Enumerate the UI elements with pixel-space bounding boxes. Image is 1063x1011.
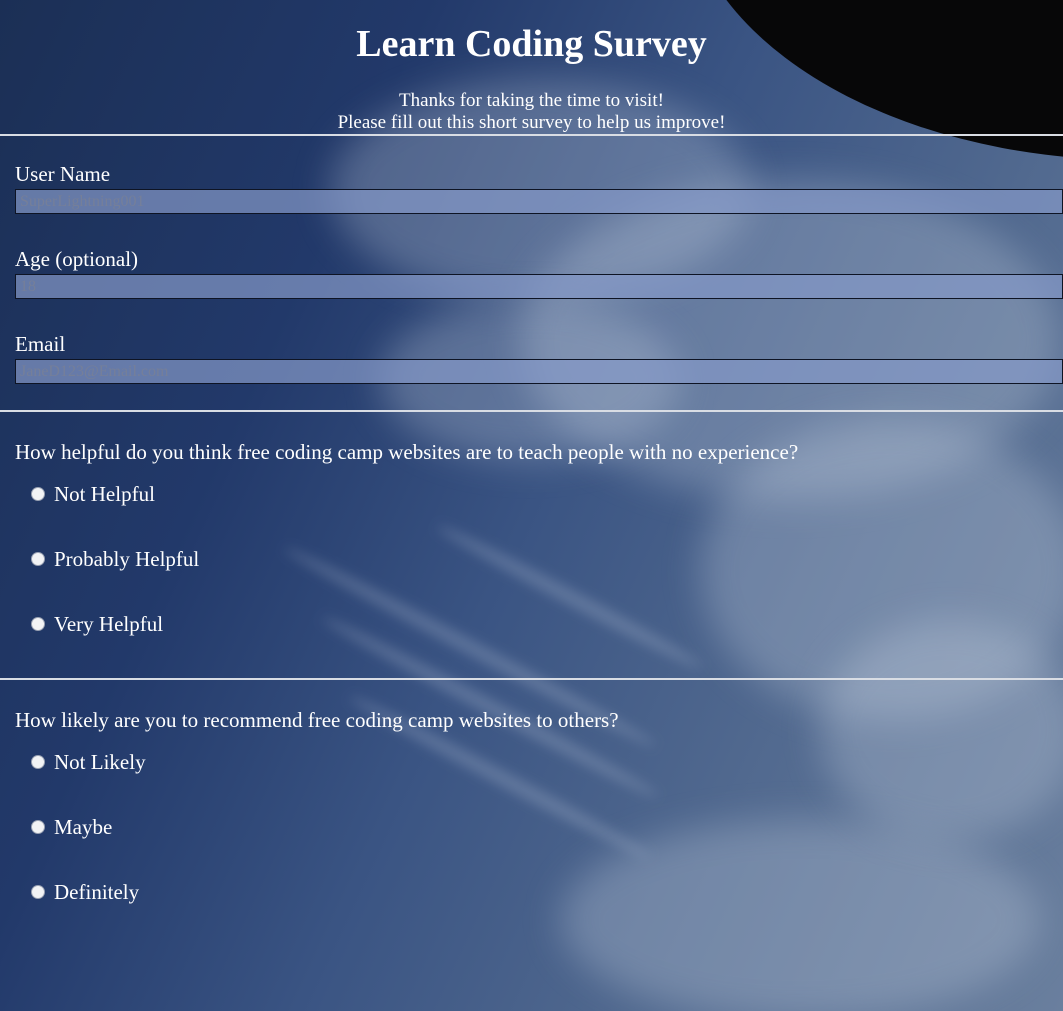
question-helpfulness: How helpful do you think free coding cam… [0, 412, 1063, 640]
radio-label: Definitely [54, 880, 140, 904]
intro-line-1: Thanks for taking the time to visit! [399, 90, 664, 111]
email-field-group: Email [15, 332, 1063, 384]
page-title: Learn Coding Survey [356, 23, 707, 65]
username-field-group: User Name [15, 162, 1063, 214]
radio-label: Probably Helpful [54, 547, 200, 571]
email-label: Email [15, 332, 66, 356]
age-field-group: Age (optional) [15, 247, 1063, 299]
radio-button[interactable] [31, 885, 45, 899]
intro-text: Thanks for taking the time to visit! Ple… [0, 90, 1063, 134]
intro-line-2: Please fill out this short survey to hel… [337, 112, 726, 133]
radio-option-not-likely[interactable]: Not Likely [15, 746, 1063, 778]
radio-option-probably-helpful[interactable]: Probably Helpful [15, 543, 1063, 575]
question-text: How helpful do you think free coding cam… [15, 440, 799, 464]
radio-button[interactable] [31, 552, 45, 566]
radio-option-very-helpful[interactable]: Very Helpful [15, 608, 1063, 640]
email-input[interactable] [15, 359, 1063, 384]
radio-label: Not Helpful [54, 482, 155, 506]
radio-button[interactable] [31, 487, 45, 501]
radio-button[interactable] [31, 755, 45, 769]
username-input[interactable] [15, 189, 1063, 214]
personal-info-section: User Name Age (optional) Email [0, 136, 1063, 384]
radio-label: Not Likely [54, 750, 146, 774]
username-label: User Name [15, 162, 111, 186]
radio-label: Maybe [54, 815, 113, 839]
radio-option-maybe[interactable]: Maybe [15, 811, 1063, 843]
survey-header: Learn Coding Survey Thanks for taking th… [0, 0, 1063, 134]
radio-button[interactable] [31, 820, 45, 834]
question-text: How likely are you to recommend free cod… [15, 708, 619, 732]
age-input[interactable] [15, 274, 1063, 299]
radio-option-definitely[interactable]: Definitely [15, 876, 1063, 908]
radio-label: Very Helpful [54, 612, 164, 636]
radio-option-not-helpful[interactable]: Not Helpful [15, 478, 1063, 510]
age-label: Age (optional) [15, 247, 139, 271]
survey-form: Learn Coding Survey Thanks for taking th… [0, 0, 1063, 908]
question-recommend: How likely are you to recommend free cod… [0, 680, 1063, 908]
radio-button[interactable] [31, 617, 45, 631]
